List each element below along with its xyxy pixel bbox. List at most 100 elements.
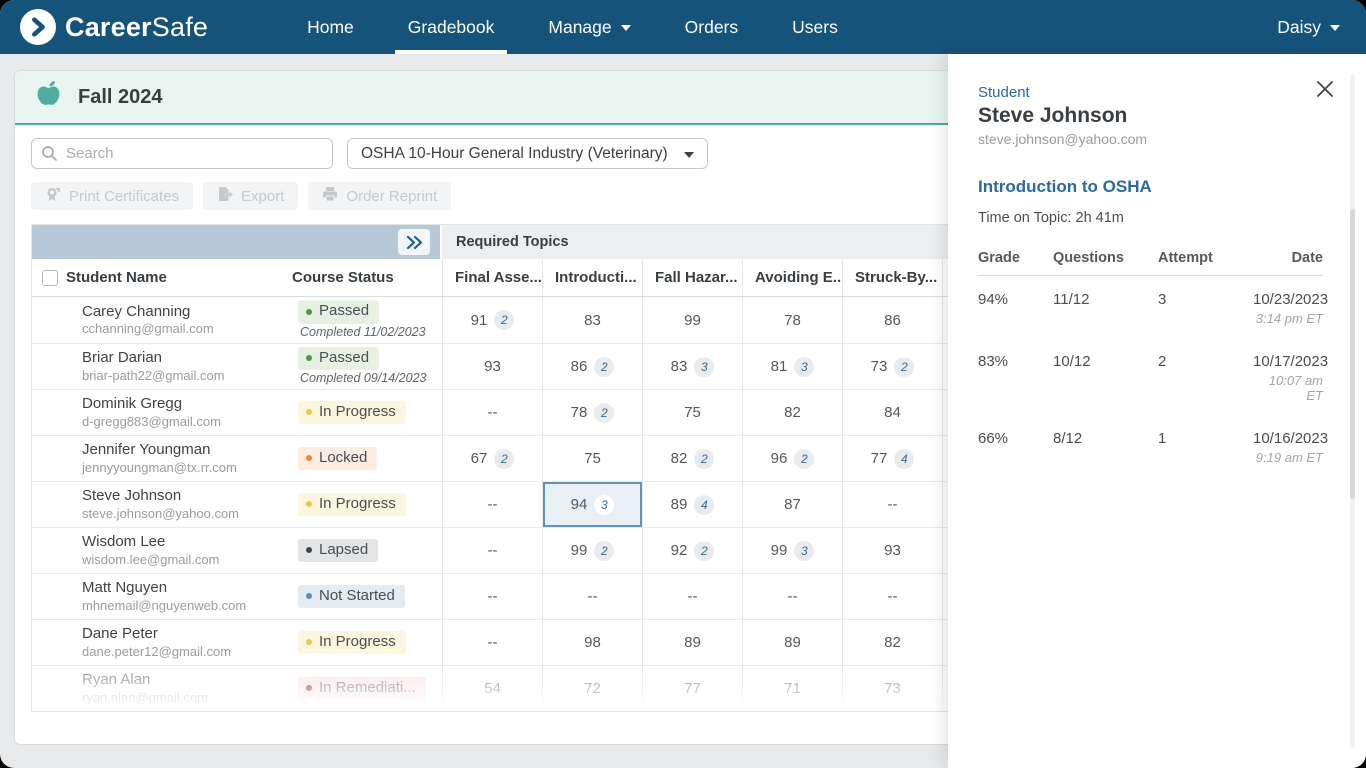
score-cell[interactable]: -- bbox=[442, 390, 542, 435]
nav-item-gradebook[interactable]: Gradebook bbox=[381, 0, 522, 54]
score-cell[interactable]: 672 bbox=[442, 436, 542, 481]
certificate-icon bbox=[45, 186, 61, 206]
score-cell[interactable]: 774 bbox=[842, 436, 942, 481]
export-button[interactable]: Export bbox=[203, 182, 298, 210]
score-cell[interactable]: 84 bbox=[842, 390, 942, 435]
nav-item-orders[interactable]: Orders bbox=[658, 0, 765, 54]
attempt-date: 10/17/2023 bbox=[1253, 353, 1323, 370]
column-header-topic-3[interactable]: Fall Hazar... bbox=[642, 259, 742, 296]
score-cell[interactable]: 943 bbox=[542, 482, 642, 527]
score-cell[interactable]: 813 bbox=[742, 344, 842, 389]
column-header-topic-5[interactable]: Struck-By... bbox=[842, 259, 942, 296]
score-cell[interactable]: 82 bbox=[742, 390, 842, 435]
attempt-time: 3:14 pm ET bbox=[1253, 311, 1323, 326]
score-cell[interactable]: 77 bbox=[642, 666, 742, 711]
score-cell[interactable]: 89 bbox=[642, 620, 742, 665]
score-cell[interactable]: 89 bbox=[742, 620, 842, 665]
score-cell[interactable]: 922 bbox=[642, 528, 742, 573]
score-cell[interactable]: 73 bbox=[842, 666, 942, 711]
status-label: Passed bbox=[319, 350, 369, 367]
search-input[interactable] bbox=[31, 138, 333, 169]
score-cell[interactable]: -- bbox=[442, 528, 542, 573]
student-cell[interactable]: Jennifer Youngmanjennyyoungman@tx.rr.com bbox=[66, 436, 292, 481]
score-cell[interactable]: 75 bbox=[642, 390, 742, 435]
column-header-topic-1[interactable]: Final Asse... bbox=[442, 259, 542, 296]
nav-item-manage[interactable]: Manage bbox=[521, 0, 657, 54]
select-all-checkbox[interactable] bbox=[42, 270, 58, 286]
score-cell[interactable]: 71 bbox=[742, 666, 842, 711]
score-cell[interactable]: 78 bbox=[742, 297, 842, 343]
student-cell[interactable]: Briar Darianbriar-path22@gmail.com bbox=[66, 344, 292, 389]
student-cell[interactable]: Carey Channingcchanning@gmail.com bbox=[66, 297, 292, 343]
student-cell[interactable]: Dane Peterdane.peter12@gmail.com bbox=[66, 620, 292, 665]
attempt-time: 9:19 am ET bbox=[1253, 450, 1323, 465]
nav-item-users[interactable]: Users bbox=[765, 0, 865, 54]
brand-chevron-icon bbox=[20, 9, 56, 45]
score-cell[interactable]: 82 bbox=[842, 620, 942, 665]
score-cell[interactable]: -- bbox=[842, 574, 942, 619]
score-cell[interactable]: 72 bbox=[542, 666, 642, 711]
status-dot-icon bbox=[306, 547, 312, 553]
status-dot-icon bbox=[306, 355, 312, 361]
student-email: wisdom.lee@gmail.com bbox=[82, 552, 292, 568]
score-cell[interactable]: 862 bbox=[542, 344, 642, 389]
student-cell[interactable]: Dominik Greggd-gregg883@gmail.com bbox=[66, 390, 292, 435]
score-cell[interactable]: 894 bbox=[642, 482, 742, 527]
score-cell[interactable]: -- bbox=[842, 482, 942, 527]
attempt-number: 2 bbox=[1158, 353, 1253, 403]
order-reprint-button[interactable]: Order Reprint bbox=[308, 182, 451, 210]
score-value: 91 bbox=[471, 312, 488, 329]
score-cell[interactable]: 93 bbox=[842, 528, 942, 573]
course-status-cell: In Progress bbox=[292, 482, 442, 527]
brand-logo[interactable]: CareerSafe bbox=[20, 9, 208, 45]
close-panel-button[interactable] bbox=[1314, 78, 1336, 103]
score-cell[interactable]: 75 bbox=[542, 436, 642, 481]
row-checkbox-cell bbox=[32, 436, 66, 481]
course-dropdown[interactable]: OSHA 10-Hour General Industry (Veterinar… bbox=[347, 138, 708, 169]
panel-scrollbar-thumb[interactable] bbox=[1350, 209, 1355, 499]
score-cell[interactable]: -- bbox=[642, 574, 742, 619]
score-cell[interactable]: -- bbox=[442, 620, 542, 665]
score-cell[interactable]: 912 bbox=[442, 297, 542, 343]
score-cell[interactable]: -- bbox=[542, 574, 642, 619]
status-badge: Lapsed bbox=[298, 539, 378, 563]
score-cell[interactable]: 98 bbox=[542, 620, 642, 665]
print-certificates-button[interactable]: Print Certificates bbox=[31, 182, 193, 210]
score-cell[interactable]: 99 bbox=[642, 297, 742, 343]
student-cell[interactable]: Matt Nguyenmhnemail@nguyenweb.com bbox=[66, 574, 292, 619]
status-label: Locked bbox=[319, 450, 367, 467]
score-cell[interactable]: 732 bbox=[842, 344, 942, 389]
score-cell[interactable]: 93 bbox=[442, 344, 542, 389]
column-header-topic-4[interactable]: Avoiding E... bbox=[742, 259, 842, 296]
score-cell[interactable]: 87 bbox=[742, 482, 842, 527]
score-cell[interactable]: -- bbox=[442, 482, 542, 527]
user-menu[interactable]: Daisy bbox=[1277, 17, 1340, 38]
score-value: 77 bbox=[684, 680, 701, 697]
score-cell[interactable]: 822 bbox=[642, 436, 742, 481]
score-cell[interactable]: 993 bbox=[742, 528, 842, 573]
status-label: In Progress bbox=[319, 634, 396, 651]
score-cell[interactable]: 833 bbox=[642, 344, 742, 389]
chevron-down-icon bbox=[1330, 25, 1340, 31]
column-header-topic-2[interactable]: Introducti... bbox=[542, 259, 642, 296]
panel-topic-title[interactable]: Introduction to OSHA bbox=[978, 177, 1332, 197]
score-cell[interactable]: 782 bbox=[542, 390, 642, 435]
score-cell[interactable]: 83 bbox=[542, 297, 642, 343]
student-cell[interactable]: Wisdom Leewisdom.lee@gmail.com bbox=[66, 528, 292, 573]
score-cell[interactable]: 86 bbox=[842, 297, 942, 343]
score-cell[interactable]: 962 bbox=[742, 436, 842, 481]
score-cell[interactable]: -- bbox=[442, 574, 542, 619]
student-cell[interactable]: Steve Johnsonsteve.johnson@yahoo.com bbox=[66, 482, 292, 527]
attempt-number: 1 bbox=[1158, 430, 1253, 465]
score-value: 84 bbox=[884, 404, 901, 421]
score-cell[interactable]: -- bbox=[742, 574, 842, 619]
score-cell[interactable]: 54 bbox=[442, 666, 542, 711]
button-label: Print Certificates bbox=[69, 188, 179, 205]
attempts-table: Grade Questions Attempt Date 94%11/12310… bbox=[978, 250, 1323, 477]
status-dot-icon bbox=[306, 685, 312, 691]
expand-columns-button[interactable] bbox=[398, 229, 430, 255]
nav-item-home[interactable]: Home bbox=[280, 0, 381, 54]
student-cell[interactable]: Ryan Alanryan.alan@gmail.com bbox=[66, 666, 292, 711]
score-cell[interactable]: 992 bbox=[542, 528, 642, 573]
row-checkbox-cell bbox=[32, 482, 66, 527]
